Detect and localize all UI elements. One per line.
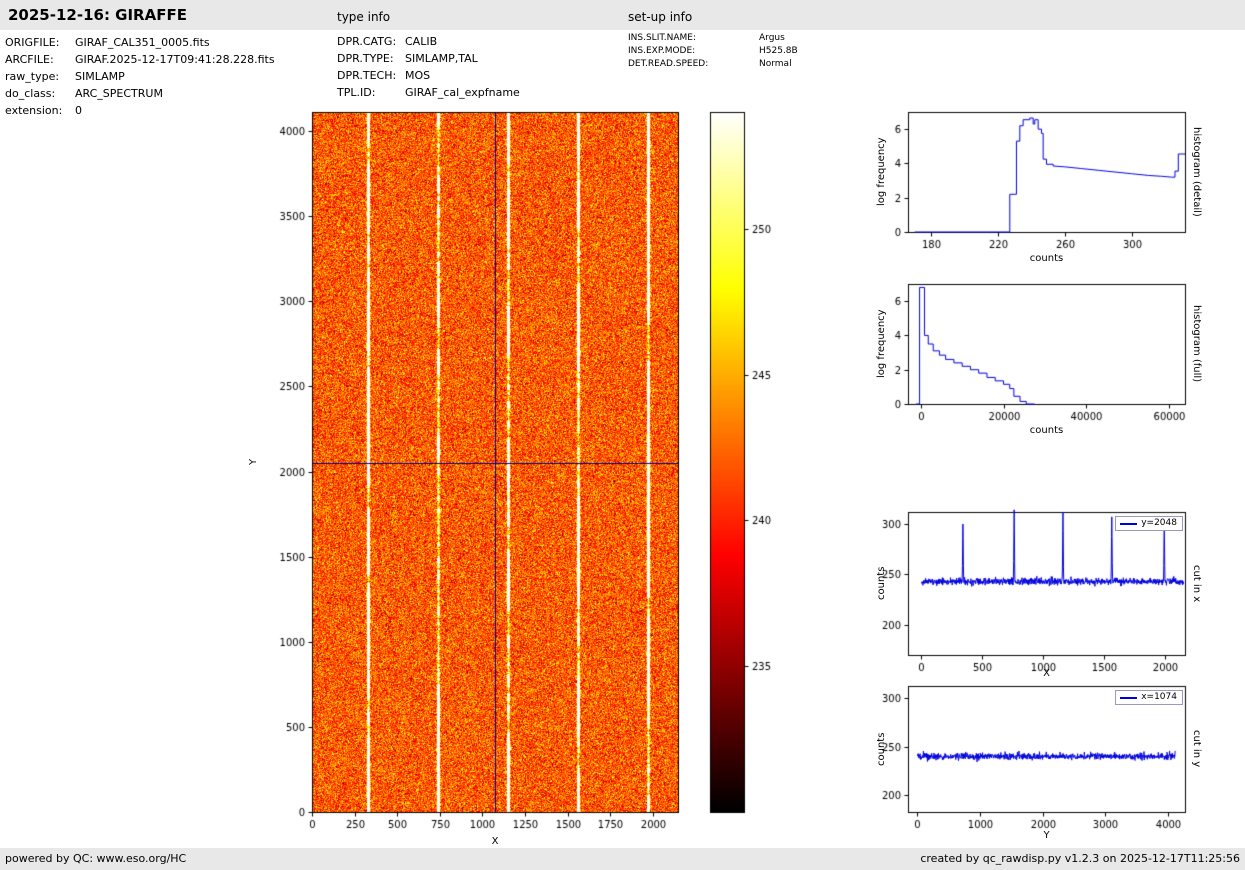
metadata-value: SIMLAMP <box>75 70 125 83</box>
metadata-row: raw_type:SIMLAMP <box>5 68 275 85</box>
metadata-label: raw_type: <box>5 68 75 85</box>
metadata-value: GIRAF_CAL351_0005.fits <box>75 36 210 49</box>
colorbar <box>706 100 796 860</box>
metadata-row: do_class:ARC_SPECTRUM <box>5 85 275 102</box>
metadata-label: DPR.TYPE: <box>337 50 405 67</box>
metadata-row: INS.EXP.MODE:H525.8B <box>628 45 798 58</box>
metadata-value: 0 <box>75 104 82 117</box>
metadata-label: extension: <box>5 102 75 119</box>
metadata-label: DET.READ.SPEED: <box>628 58 759 71</box>
cut-in-y-legend-label: x=1074 <box>1141 692 1177 703</box>
metadata-row: INS.SLIT.NAME:Argus <box>628 32 798 45</box>
metadata-row: ARCFILE:GIRAF.2025-12-17T09:41:28.228.fi… <box>5 51 275 68</box>
metadata-value: GIRAF_cal_expfname <box>405 86 520 99</box>
cut-in-y-side-label: cut in y <box>1188 686 1202 812</box>
type-info-block: DPR.CATG:CALIB DPR.TYPE:SIMLAMP,TAL DPR.… <box>337 33 520 101</box>
detector-yaxis-label: Y <box>248 112 262 812</box>
histogram-full-side-label: histogram (full) <box>1188 284 1202 404</box>
metadata-row: DPR.CATG:CALIB <box>337 33 520 50</box>
histogram-detail-plot <box>856 98 1236 270</box>
metadata-label: INS.SLIT.NAME: <box>628 32 759 45</box>
metadata-label: ARCFILE: <box>5 51 75 68</box>
histogram-full-xaxis-label: counts <box>908 425 1185 436</box>
file-metadata-block: ORIGFILE:GIRAF_CAL351_0005.fits ARCFILE:… <box>5 34 275 119</box>
metadata-row: DPR.TYPE:SIMLAMP,TAL <box>337 50 520 67</box>
metadata-label: DPR.CATG: <box>337 33 405 50</box>
cut-in-x-side-label: cut in x <box>1188 512 1202 655</box>
cut-in-x-legend: y=2048 <box>1115 516 1183 531</box>
footer-qc-link: powered by QC: www.eso.org/HC <box>5 852 186 865</box>
cut-in-x-legend-label: y=2048 <box>1141 518 1177 529</box>
metadata-row: DPR.TECH:MOS <box>337 67 520 84</box>
cut-in-x-xaxis-label: X <box>908 668 1185 679</box>
metadata-label: INS.EXP.MODE: <box>628 45 759 58</box>
metadata-label: DPR.TECH: <box>337 67 405 84</box>
footer-bar: powered by QC: www.eso.org/HC created by… <box>0 848 1245 870</box>
histogram-detail-xaxis-label: counts <box>908 253 1185 264</box>
cut-in-y-xaxis-label: Y <box>908 830 1185 841</box>
detector-image-plot <box>250 100 720 860</box>
histogram-detail-yaxis-label: log frequency <box>876 112 890 232</box>
setup-info-heading: set-up info <box>628 10 692 24</box>
legend-line-icon <box>1120 697 1137 699</box>
metadata-row: DET.READ.SPEED:Normal <box>628 58 798 71</box>
cut-in-y-yaxis-label: counts <box>876 686 890 812</box>
cut-in-y-legend: x=1074 <box>1115 690 1183 705</box>
metadata-label: do_class: <box>5 85 75 102</box>
footer-created-by: created by qc_rawdisp.py v1.2.3 on 2025-… <box>920 852 1240 865</box>
header-bar: 2025-12-16: GIRAFFE type info set-up inf… <box>0 0 1245 30</box>
setup-info-block: INS.SLIT.NAME:Argus INS.EXP.MODE:H525.8B… <box>628 32 798 71</box>
legend-line-icon <box>1120 523 1137 525</box>
metadata-value: ARC_SPECTRUM <box>75 87 163 100</box>
histogram-full-plot <box>856 270 1236 442</box>
metadata-value: MOS <box>405 69 430 82</box>
metadata-label: ORIGFILE: <box>5 34 75 51</box>
metadata-value: Argus <box>759 33 785 43</box>
metadata-value: Normal <box>759 59 792 69</box>
cut-in-x-yaxis-label: counts <box>876 512 890 655</box>
metadata-value: SIMLAMP,TAL <box>405 52 478 65</box>
metadata-value: GIRAF.2025-12-17T09:41:28.228.fits <box>75 53 275 66</box>
metadata-value: CALIB <box>405 35 437 48</box>
metadata-row: TPL.ID:GIRAF_cal_expfname <box>337 84 520 101</box>
type-info-heading: type info <box>337 10 390 24</box>
detector-xaxis-label: X <box>312 836 678 847</box>
histogram-full-yaxis-label: log frequency <box>876 284 890 404</box>
page-title: 2025-12-16: GIRAFFE <box>8 6 187 24</box>
histogram-detail-side-label: histogram (detail) <box>1188 112 1202 232</box>
metadata-row: ORIGFILE:GIRAF_CAL351_0005.fits <box>5 34 275 51</box>
metadata-value: H525.8B <box>759 46 798 56</box>
metadata-row: extension:0 <box>5 102 275 119</box>
metadata-label: TPL.ID: <box>337 84 405 101</box>
